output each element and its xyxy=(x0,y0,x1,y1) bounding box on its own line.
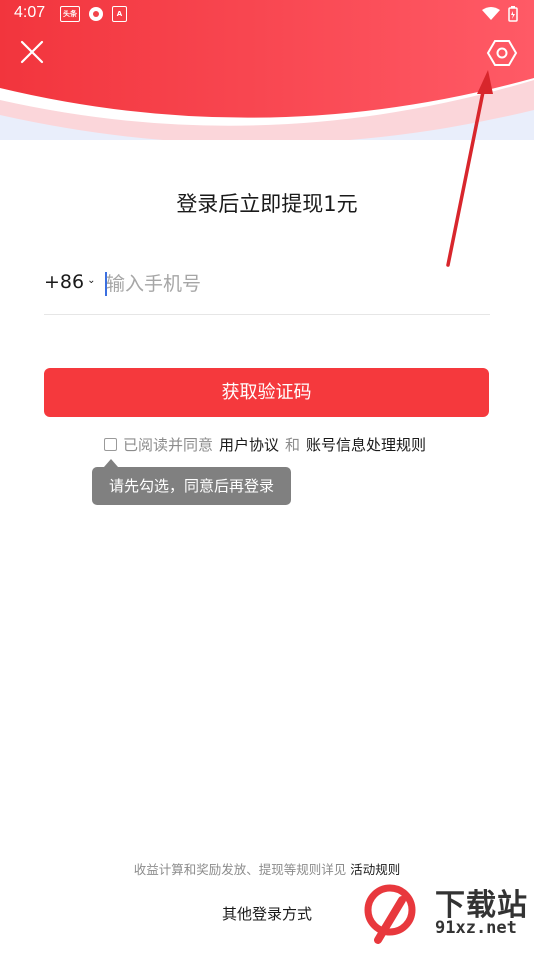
agreement-checkbox[interactable] xyxy=(104,438,117,451)
agreement-row: 已阅读并同意 用户协议 和 账号信息处理规则 xyxy=(104,434,426,455)
status-right xyxy=(482,6,518,22)
tooltip-arrow xyxy=(104,459,118,467)
page-title: 登录后立即提现1元 xyxy=(176,192,358,216)
wifi-icon xyxy=(482,7,500,20)
close-icon xyxy=(20,40,44,64)
agreement-prefix: 已阅读并同意 xyxy=(123,436,214,454)
activity-rules-link[interactable]: 活动规则 xyxy=(350,862,400,877)
other-login-methods-button[interactable]: 其他登录方式 xyxy=(0,903,534,924)
phone-number-input[interactable] xyxy=(106,268,476,300)
agreement-and: 和 xyxy=(285,436,301,454)
shutter-app-icon xyxy=(89,7,103,21)
country-code-selector[interactable]: +86 ⌄ xyxy=(44,271,96,293)
country-code-label: +86 xyxy=(44,271,85,293)
status-time: 4:07 xyxy=(14,4,46,21)
battery-icon xyxy=(508,6,518,22)
phone-input-row: +86 ⌄ xyxy=(44,262,490,315)
toutiao-app-icon: 头条 xyxy=(60,6,80,22)
close-button[interactable] xyxy=(16,36,48,68)
account-rules-link[interactable]: 账号信息处理规则 xyxy=(306,434,426,455)
rules-note: 收益计算和奖励发放、提现等规则详见 活动规则 xyxy=(0,859,534,878)
get-verification-code-button[interactable]: 获取验证码 xyxy=(44,368,489,417)
a-app-icon: A xyxy=(112,6,127,22)
agreement-tooltip: 请先勾选，同意后再登录 xyxy=(92,467,291,505)
status-bar: 4:07 头条 A xyxy=(0,0,534,30)
user-agreement-link[interactable]: 用户协议 xyxy=(219,434,279,455)
status-app-icons: 头条 A xyxy=(60,6,127,22)
hexagon-settings-icon xyxy=(486,40,518,66)
chevron-down-icon: ⌄ xyxy=(87,274,96,286)
settings-button[interactable] xyxy=(486,38,518,68)
rules-note-text: 收益计算和奖励发放、提现等规则详见 xyxy=(133,862,347,877)
